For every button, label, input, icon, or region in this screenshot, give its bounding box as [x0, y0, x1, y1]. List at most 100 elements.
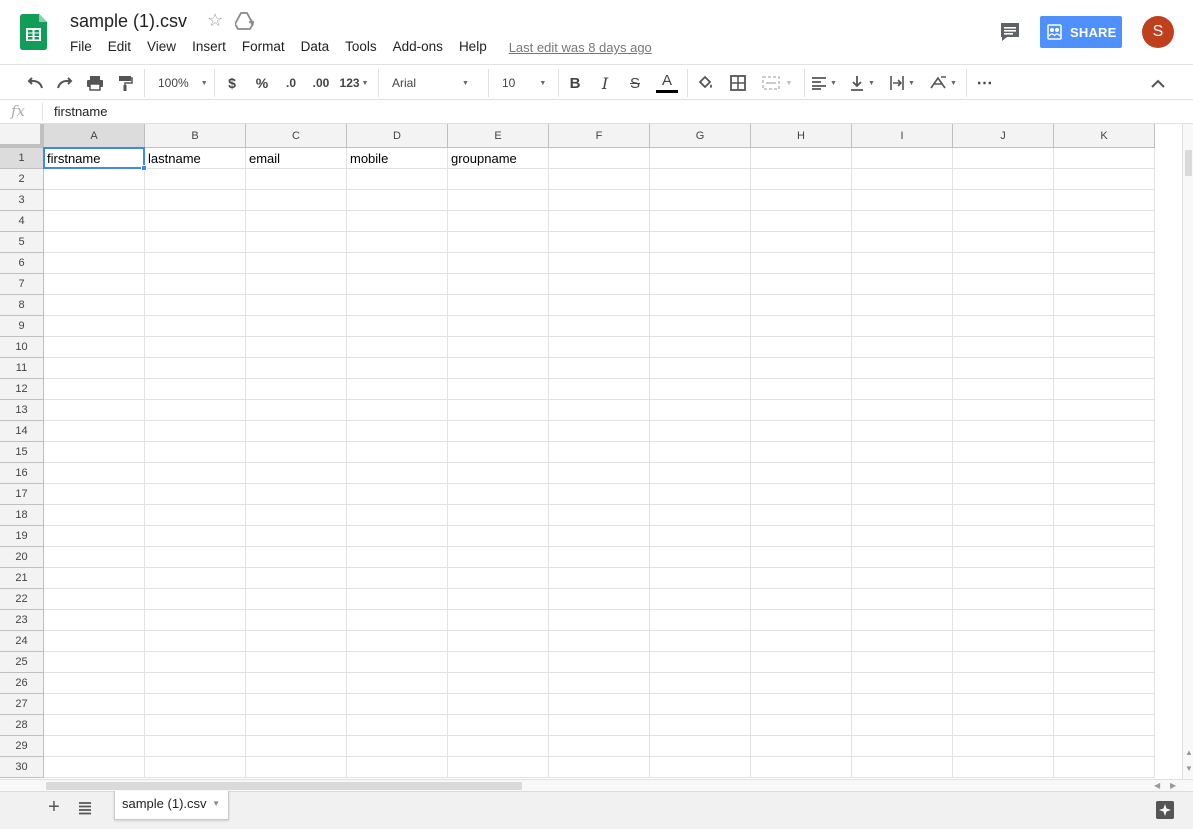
cell-F19[interactable] [549, 526, 650, 547]
cell-I18[interactable] [852, 505, 953, 526]
cell-F21[interactable] [549, 568, 650, 589]
row-header-19[interactable]: 19 [0, 526, 44, 547]
valign-icon[interactable]: ▼ [846, 71, 878, 95]
cell-K10[interactable] [1054, 337, 1155, 358]
cell-G13[interactable] [650, 400, 751, 421]
cell-F27[interactable] [549, 694, 650, 715]
cell-D4[interactable] [347, 211, 448, 232]
cell-B18[interactable] [145, 505, 246, 526]
cell-K13[interactable] [1054, 400, 1155, 421]
column-header-j[interactable]: J [953, 124, 1054, 148]
cell-A3[interactable] [44, 190, 145, 211]
fill-color-icon[interactable] [695, 71, 717, 95]
cell-J16[interactable] [953, 463, 1054, 484]
cell-D15[interactable] [347, 442, 448, 463]
cell-A15[interactable] [44, 442, 145, 463]
last-edit-link[interactable]: Last edit was 8 days ago [509, 37, 652, 57]
column-header-g[interactable]: G [650, 124, 751, 148]
cell-K18[interactable] [1054, 505, 1155, 526]
font-size-select[interactable]: 10 ▼ [496, 71, 552, 95]
row-header-28[interactable]: 28 [0, 715, 44, 736]
cell-H18[interactable] [751, 505, 852, 526]
column-header-i[interactable]: I [852, 124, 953, 148]
cell-B24[interactable] [145, 631, 246, 652]
row-header-26[interactable]: 26 [0, 673, 44, 694]
cell-F29[interactable] [549, 736, 650, 757]
cell-J9[interactable] [953, 316, 1054, 337]
cell-G9[interactable] [650, 316, 751, 337]
horizontal-scroll-thumb[interactable] [46, 782, 522, 790]
cell-B4[interactable] [145, 211, 246, 232]
cell-D12[interactable] [347, 379, 448, 400]
drive-icon[interactable] [235, 12, 255, 30]
cell-A20[interactable] [44, 547, 145, 568]
row-header-18[interactable]: 18 [0, 505, 44, 526]
cell-J5[interactable] [953, 232, 1054, 253]
cell-B13[interactable] [145, 400, 246, 421]
cell-C4[interactable] [246, 211, 347, 232]
cell-A13[interactable] [44, 400, 145, 421]
column-header-a[interactable]: A [44, 124, 145, 148]
cell-C18[interactable] [246, 505, 347, 526]
cell-B28[interactable] [145, 715, 246, 736]
print-icon[interactable] [84, 71, 106, 95]
cell-J11[interactable] [953, 358, 1054, 379]
cell-H1[interactable] [751, 148, 852, 169]
vertical-scroll-thumb[interactable] [1185, 150, 1192, 176]
cell-B6[interactable] [145, 253, 246, 274]
cell-E28[interactable] [448, 715, 549, 736]
cell-G10[interactable] [650, 337, 751, 358]
cell-K2[interactable] [1054, 169, 1155, 190]
collapse-icon[interactable] [1148, 71, 1168, 95]
cell-C27[interactable] [246, 694, 347, 715]
sheets-logo-icon[interactable] [20, 14, 47, 50]
cell-C13[interactable] [246, 400, 347, 421]
cell-K19[interactable] [1054, 526, 1155, 547]
cell-D14[interactable] [347, 421, 448, 442]
cell-K26[interactable] [1054, 673, 1155, 694]
currency-format-button[interactable]: $ [222, 71, 242, 95]
cell-J18[interactable] [953, 505, 1054, 526]
row-header-7[interactable]: 7 [0, 274, 44, 295]
redo-icon[interactable] [54, 71, 76, 95]
cell-G5[interactable] [650, 232, 751, 253]
cell-H19[interactable] [751, 526, 852, 547]
row-header-23[interactable]: 23 [0, 610, 44, 631]
merge-icon[interactable]: ▼ [757, 71, 797, 95]
cell-J25[interactable] [953, 652, 1054, 673]
cell-D10[interactable] [347, 337, 448, 358]
cell-A18[interactable] [44, 505, 145, 526]
cell-E13[interactable] [448, 400, 549, 421]
cell-C15[interactable] [246, 442, 347, 463]
share-button[interactable]: SHARE [1040, 16, 1122, 48]
cell-A22[interactable] [44, 589, 145, 610]
cell-A9[interactable] [44, 316, 145, 337]
row-header-25[interactable]: 25 [0, 652, 44, 673]
cell-H30[interactable] [751, 757, 852, 778]
cell-H6[interactable] [751, 253, 852, 274]
cell-E22[interactable] [448, 589, 549, 610]
cell-G3[interactable] [650, 190, 751, 211]
cell-A29[interactable] [44, 736, 145, 757]
cell-C17[interactable] [246, 484, 347, 505]
cell-K20[interactable] [1054, 547, 1155, 568]
cell-K14[interactable] [1054, 421, 1155, 442]
cell-B8[interactable] [145, 295, 246, 316]
cell-K21[interactable] [1054, 568, 1155, 589]
cell-G20[interactable] [650, 547, 751, 568]
cell-E15[interactable] [448, 442, 549, 463]
cell-I4[interactable] [852, 211, 953, 232]
cell-D24[interactable] [347, 631, 448, 652]
percent-format-button[interactable]: % [252, 71, 272, 95]
cell-H13[interactable] [751, 400, 852, 421]
cell-I15[interactable] [852, 442, 953, 463]
cell-I12[interactable] [852, 379, 953, 400]
cell-G16[interactable] [650, 463, 751, 484]
cell-D16[interactable] [347, 463, 448, 484]
cell-E17[interactable] [448, 484, 549, 505]
text-color-icon[interactable]: A [655, 71, 679, 95]
cell-A14[interactable] [44, 421, 145, 442]
cell-E30[interactable] [448, 757, 549, 778]
cell-G27[interactable] [650, 694, 751, 715]
cell-J1[interactable] [953, 148, 1054, 169]
